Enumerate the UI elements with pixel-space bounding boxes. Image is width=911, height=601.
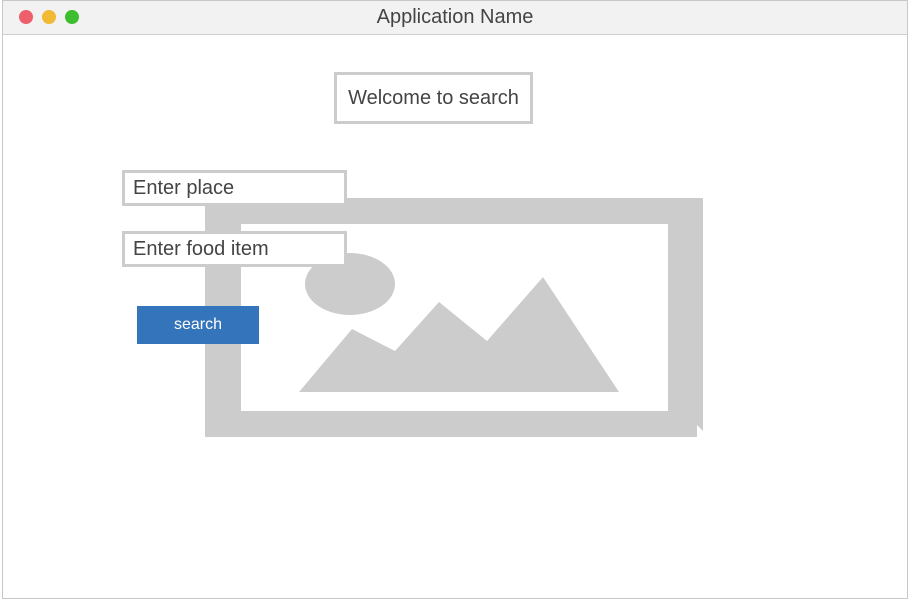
window-title: Application Name [376,6,534,28]
food-item-input[interactable] [122,231,347,267]
place-input[interactable] [122,170,347,206]
title-bar: Application Name [3,1,907,35]
welcome-heading: Welcome to search [334,72,533,124]
search-button[interactable]: search [137,306,259,344]
